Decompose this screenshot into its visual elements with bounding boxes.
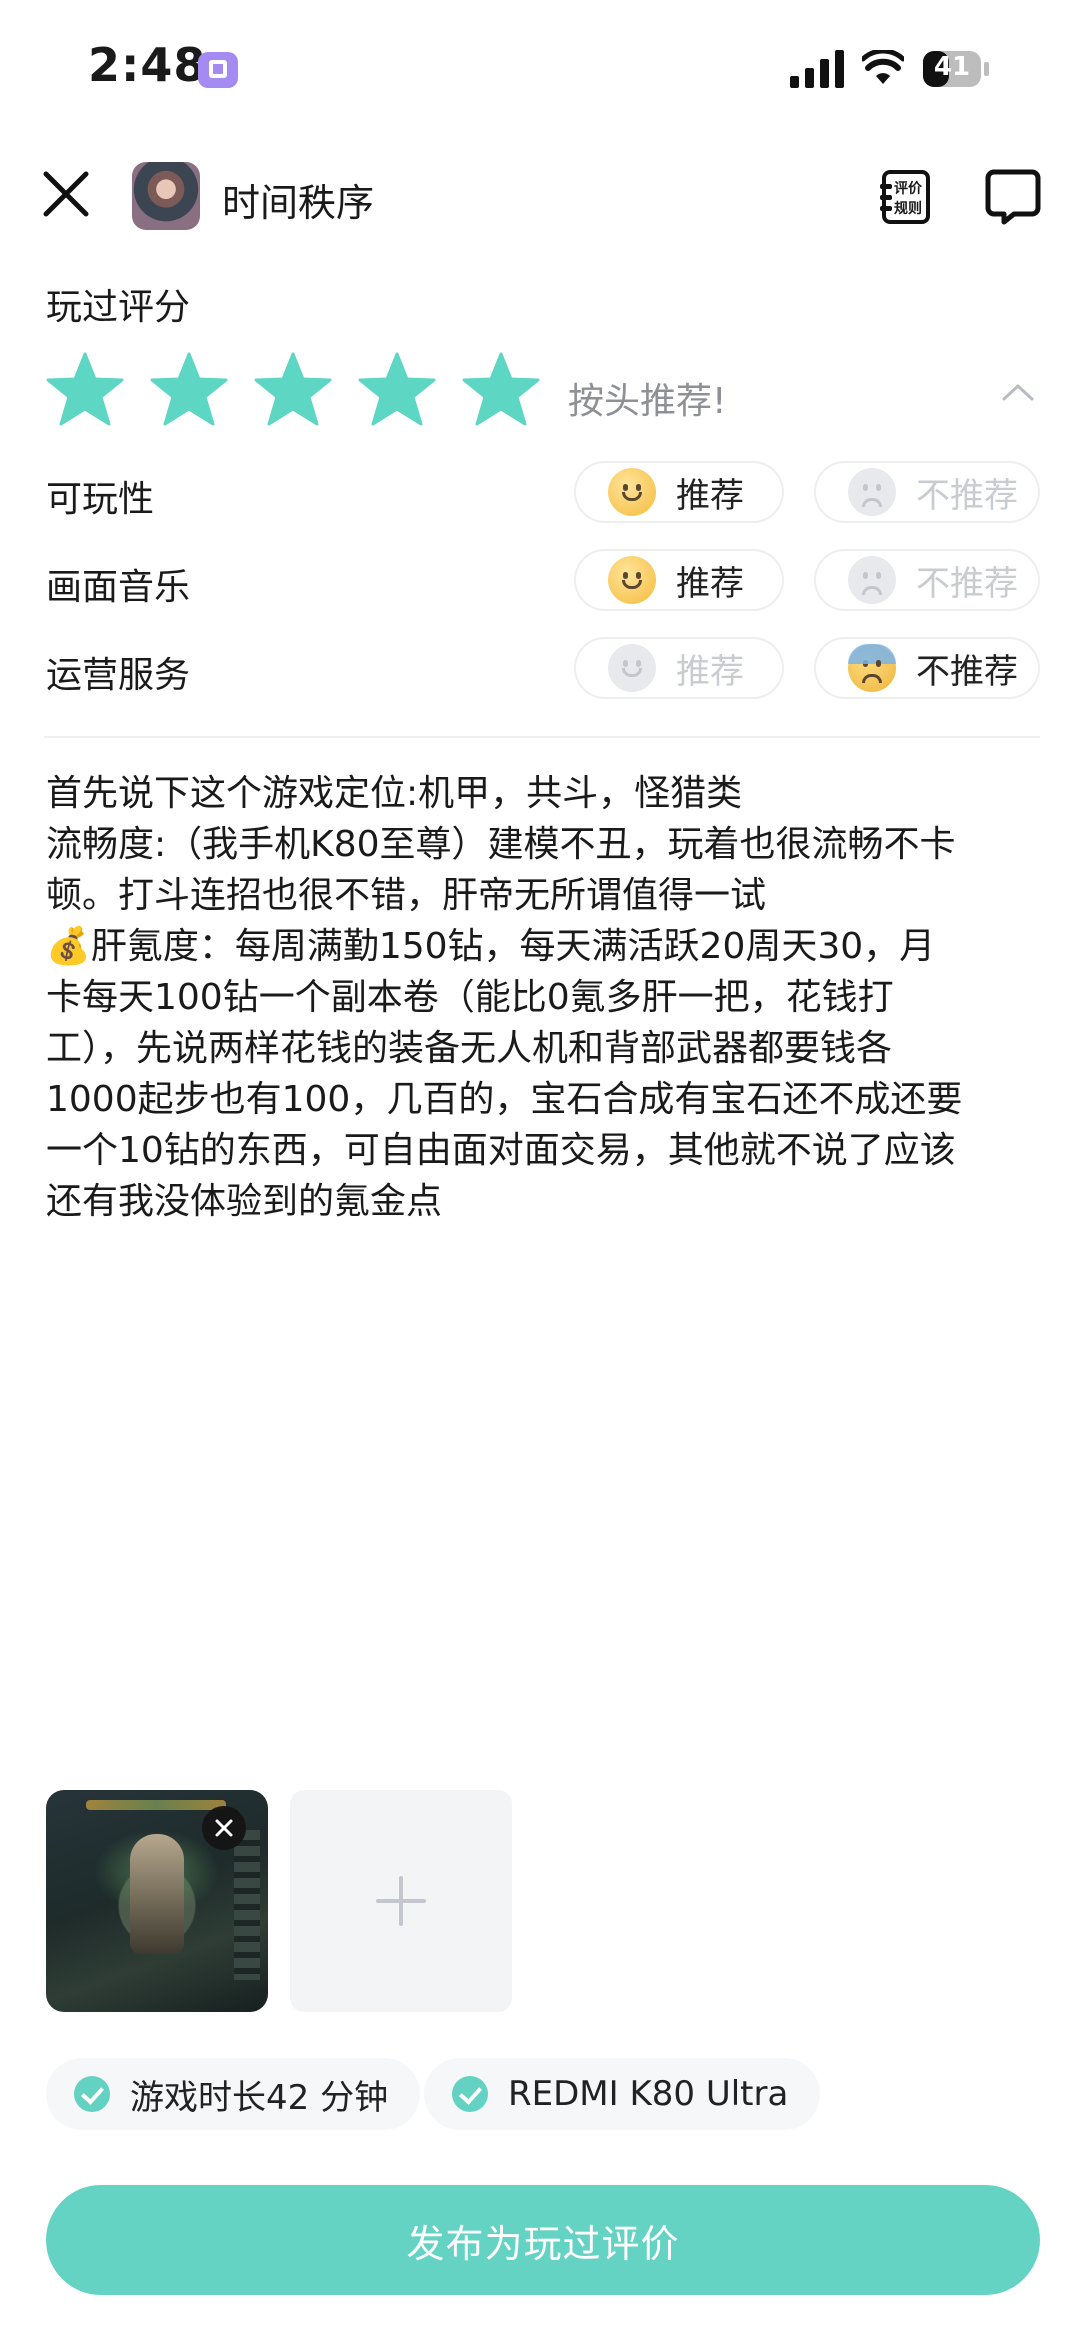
not-recommend-chip-playability[interactable]: 不推荐: [814, 461, 1040, 523]
remove-image-icon[interactable]: [202, 1806, 246, 1850]
device-label: REDMI K80 Ultra: [508, 2074, 789, 2114]
rules-label-1: 评价: [894, 181, 922, 197]
review-line: 一个10钻的东西，可自由面对面交易，其他就不说了应该: [46, 1130, 956, 1171]
rating-rules-button[interactable]: 评价 规则: [874, 168, 932, 226]
review-line: 1000起步也有100，几百的，宝石合成有宝石还不成还要: [46, 1079, 963, 1120]
review-line: 还有我没体验到的氪金点: [46, 1181, 443, 1222]
rules-label-2: 规则: [894, 201, 922, 217]
chip-label: 推荐: [676, 475, 744, 516]
star-icon[interactable]: [358, 352, 436, 428]
recommend-chip-playability[interactable]: 推荐: [574, 461, 784, 523]
chip-label: 不推荐: [916, 475, 1018, 516]
chip-label: 不推荐: [916, 651, 1018, 692]
play-time-tag[interactable]: 游戏时长42 分钟: [46, 2058, 421, 2130]
battery-level: 41: [933, 52, 971, 82]
review-line: 卡每天100钻一个副本卷（能比0氪多肝一把，花钱打: [46, 977, 894, 1018]
frown-icon: [848, 556, 896, 604]
close-icon[interactable]: [38, 166, 94, 222]
wifi-icon: [862, 50, 904, 84]
star-icon[interactable]: [462, 352, 540, 428]
smile-icon: [608, 468, 656, 516]
status-time: 2:48: [88, 38, 207, 92]
star-rating[interactable]: [46, 352, 540, 428]
check-icon: [452, 2076, 488, 2112]
game-avatar: [132, 162, 200, 230]
add-image-button[interactable]: [290, 1790, 512, 2012]
play-time-label: 游戏时长42 分钟: [130, 2077, 389, 2118]
frown-icon: [848, 468, 896, 516]
not-recommend-chip-graphics-music[interactable]: 不推荐: [814, 549, 1040, 611]
device-tag[interactable]: REDMI K80 Ultra: [424, 2058, 821, 2130]
chip-label: 推荐: [676, 563, 744, 604]
review-text-area[interactable]: 首先说下这个游戏定位:机甲，共斗，怪猎类 流畅度:（我手机K80至尊）建模不丑，…: [46, 768, 1046, 1227]
divider: [44, 736, 1040, 738]
review-line: 工），先说两样花钱的装备无人机和背部武器都要钱各: [46, 1028, 893, 1069]
review-line: 顿。打斗连招也很不错，肝帝无所谓值得一试: [46, 875, 767, 916]
app-indicator-icon: [198, 52, 238, 88]
cellular-signal-icon: [790, 50, 844, 88]
comment-icon[interactable]: [984, 168, 1042, 226]
chip-label: 推荐: [676, 651, 744, 692]
recommend-chip-operations[interactable]: 推荐: [574, 637, 784, 699]
game-title: 时间秩序: [222, 181, 375, 225]
review-line: 💰肝氪度：每周满勤150钻，每天满活跃20周天30，月: [46, 926, 936, 967]
chevron-up-icon[interactable]: [1000, 375, 1036, 411]
recommend-chip-graphics-music[interactable]: 推荐: [574, 549, 784, 611]
worried-face-icon: [848, 644, 896, 692]
not-recommend-chip-operations[interactable]: 不推荐: [814, 637, 1040, 699]
publish-review-button[interactable]: 发布为玩过评价: [46, 2185, 1040, 2295]
chip-label: 不推荐: [916, 563, 1018, 604]
rating-section-title: 玩过评分: [46, 287, 191, 328]
battery-icon: 41: [922, 50, 990, 88]
star-icon[interactable]: [254, 352, 332, 428]
star-icon[interactable]: [46, 352, 124, 428]
smile-icon: [608, 556, 656, 604]
smile-icon: [608, 644, 656, 692]
rating-text: 按头推荐!: [568, 381, 727, 422]
check-icon: [74, 2076, 110, 2112]
review-line: 流畅度:（我手机K80至尊）建模不丑，玩着也很流畅不卡: [46, 824, 956, 865]
star-icon[interactable]: [150, 352, 228, 428]
plus-icon: [376, 1876, 426, 1926]
category-label-playability: 可玩性: [46, 479, 155, 520]
review-line: 首先说下这个游戏定位:机甲，共斗，怪猎类: [46, 773, 743, 814]
category-label-operations: 运营服务: [46, 655, 191, 696]
category-label-graphics-music: 画面音乐: [46, 567, 191, 608]
